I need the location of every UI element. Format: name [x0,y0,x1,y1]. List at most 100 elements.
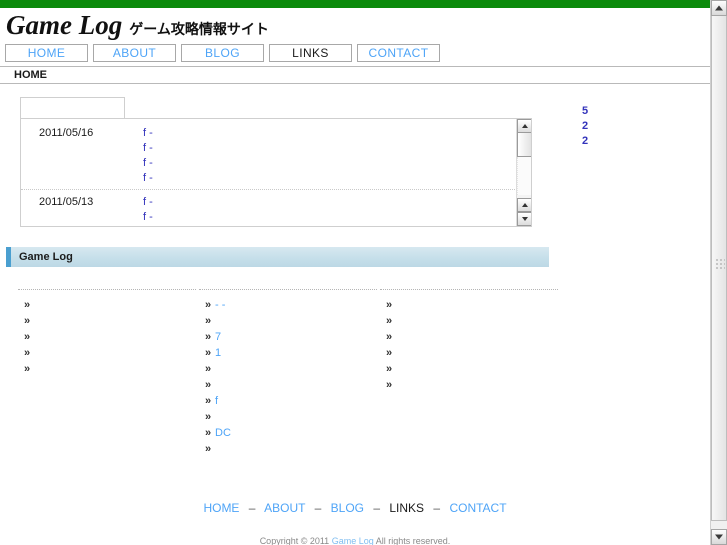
news-link[interactable]: f - [143,196,153,208]
list-item[interactable]: » - - [199,297,377,312]
news-row: 2011/05/16 f - [21,125,531,140]
list-item[interactable]: » [199,313,377,328]
scrollbar-thumb[interactable] [517,133,531,157]
scrollbar-track[interactable] [517,157,531,195]
list-item-label: 1 [215,346,222,359]
footer-link-home[interactable]: HOME [203,501,239,515]
nav-tab-blog[interactable]: BLOG [181,44,264,62]
news-group: 2011/05/16 f - f - f - f - [21,125,531,185]
browser-scroll-down-icon[interactable] [711,529,727,545]
list-item[interactable]: » [18,313,196,328]
news-row: f - [21,140,531,155]
nav-tab-about[interactable]: ABOUT [93,44,176,62]
scroll-up-arrow-icon-bottom[interactable] [517,198,531,212]
browser-scrollbar[interactable] [710,0,727,545]
chevron-right-icon: » [386,298,393,311]
scroll-down-arrow-icon[interactable] [517,212,531,226]
list-item[interactable]: » f [199,393,377,408]
list-item[interactable]: » [380,313,558,328]
list-item-label: 7 [215,330,222,343]
chevron-right-icon: » [205,314,212,327]
breadcrumb-bar: HOME [0,66,710,84]
list-item[interactable]: » [380,361,558,376]
column-divider [380,289,558,291]
side-counter-item[interactable]: 2 [582,134,682,149]
list-item[interactable]: » [18,361,196,376]
side-counter-item[interactable]: 5 [582,104,682,119]
logo-title: Game Log [6,10,123,40]
scroll-up-arrow-icon[interactable] [517,119,531,133]
side-counter-item[interactable]: 2 [582,119,682,134]
news-link[interactable]: f - [143,142,153,154]
nav-tab-contact[interactable]: CONTACT [357,44,440,62]
list-item[interactable]: » DC [199,425,377,440]
footer-link-about[interactable]: ABOUT [264,501,305,515]
chevron-right-icon: » [386,330,393,343]
scrollbar-grip-icon [715,258,725,270]
news-link[interactable]: f - [143,157,153,169]
list-item[interactable]: » [380,329,558,344]
section-header: Game Log [6,247,549,267]
list-item[interactable]: » 1 [199,345,377,360]
chevron-right-icon: » [205,394,212,407]
list-item[interactable]: » [380,345,558,360]
chevron-right-icon: » [205,330,212,343]
chevron-right-icon: » [386,378,393,391]
site-logo[interactable]: Game Log ゲーム攻略情報サイト [6,12,710,39]
nav-tab-links[interactable]: LINKS [269,44,352,62]
link-column-1: » » » » » [18,289,196,457]
footer-separator: – [314,501,322,515]
news-panel-scrollbar[interactable] [516,119,531,226]
top-accent-bar [0,0,710,8]
footer-separator: – [373,501,381,515]
news-link[interactable]: f - [143,211,153,223]
column-divider [18,289,196,291]
chevron-right-icon: » [386,362,393,375]
copyright-site-link[interactable]: Game Log [332,536,374,545]
footer-link-contact[interactable]: CONTACT [449,501,506,515]
link-column-2: » - - » » 7 » 1 » » » f » » DC » [199,289,377,457]
chevron-right-icon: » [205,298,212,311]
list-item[interactable]: » [18,329,196,344]
list-item-label: - - [215,298,226,311]
chevron-right-icon: » [205,442,212,455]
list-item[interactable]: » [18,297,196,312]
list-item[interactable]: » [199,409,377,424]
browser-scroll-up-icon[interactable] [711,0,727,16]
footer-link-blog[interactable]: BLOG [331,501,364,515]
chevron-right-icon: » [205,426,212,439]
chevron-right-icon: » [205,410,212,423]
chevron-right-icon: » [24,298,31,311]
news-panel-wrapper: 2011/05/16 f - f - f - f - 2011/05/13 f … [20,97,532,227]
news-panel: 2011/05/16 f - f - f - f - 2011/05/13 f … [20,118,532,227]
chevron-right-icon: » [205,346,212,359]
list-item-label: f [215,394,219,407]
nav-tab-home[interactable]: HOME [5,44,88,62]
list-item[interactable]: » [18,345,196,360]
logo-tagline: ゲーム攻略情報サイト [129,22,269,38]
chevron-right-icon: » [386,346,393,359]
chevron-right-icon: » [24,346,31,359]
list-item[interactable]: » [199,377,377,392]
chevron-right-icon: » [386,314,393,327]
chevron-right-icon: » [24,330,31,343]
link-columns: » » » » » » - - » » 7 » 1 » » » f » » DC… [18,289,710,457]
browser-scrollbar-thumb[interactable] [711,16,727,521]
list-item[interactable]: » [199,441,377,456]
list-item[interactable]: » 7 [199,329,377,344]
list-item[interactable]: » [380,377,558,392]
footer-separator: – [433,501,441,515]
scrollbar-bottom-buttons [517,198,531,226]
site-header: Game Log ゲーム攻略情報サイト [0,8,710,40]
news-link[interactable]: f - [143,127,153,139]
news-date: 2011/05/13 [39,195,94,208]
news-panel-tab[interactable] [20,97,125,118]
copyright-suffix: All rights reserved. [375,536,451,545]
list-item[interactable]: » [380,297,558,312]
chevron-right-icon: » [24,314,31,327]
footer-link-links[interactable]: LINKS [389,501,424,515]
section-title: Game Log [19,251,73,263]
news-link[interactable]: f - [143,172,153,184]
list-item[interactable]: » [199,361,377,376]
news-date: 2011/05/16 [39,126,94,139]
